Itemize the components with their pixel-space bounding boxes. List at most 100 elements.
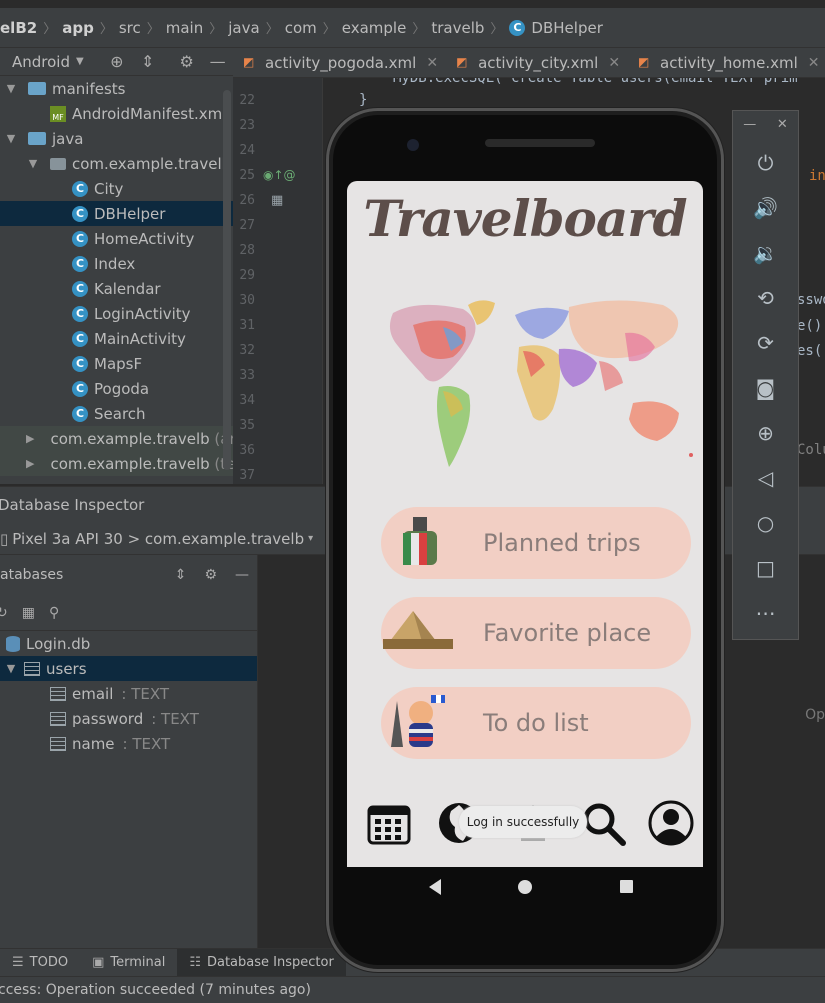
- column-item[interactable]: password: TEXT: [0, 706, 257, 731]
- overview-icon: [620, 880, 633, 893]
- class-icon: C: [72, 405, 88, 422]
- class-icon: C: [72, 330, 88, 347]
- table-item[interactable]: ▼ users: [0, 656, 257, 681]
- overview-icon[interactable]: □: [733, 556, 798, 580]
- power-icon[interactable]: ⏻: [733, 151, 798, 175]
- collapse-icon[interactable]: ⇕: [175, 567, 187, 583]
- gear-icon[interactable]: ⚙: [204, 567, 217, 583]
- minimize-icon[interactable]: —: [202, 52, 233, 71]
- tree-item-class[interactable]: C Kalendar: [0, 276, 233, 301]
- planned-trips-button[interactable]: Planned trips: [381, 507, 691, 579]
- expand-arrow-icon[interactable]: ▼: [4, 82, 18, 95]
- app-title: Travelboard: [363, 189, 687, 248]
- key-column-icon: [50, 686, 66, 701]
- column-item[interactable]: name: TEXT: [0, 731, 257, 756]
- tree-item-class[interactable]: C Search: [0, 401, 233, 426]
- column-item[interactable]: email: TEXT: [0, 681, 257, 706]
- close-icon[interactable]: ✕: [608, 55, 620, 71]
- tree-item-class[interactable]: C Pogoda: [0, 376, 233, 401]
- tourist-icon: [391, 695, 445, 747]
- chevron-down-icon: ▼: [76, 56, 84, 67]
- tree-item-class[interactable]: C DBHelper: [0, 201, 233, 226]
- expand-arrow-icon[interactable]: ▼: [4, 662, 18, 675]
- editor-tabs: ◩ activity_pogoda.xml ✕ ◩ activity_city.xml…: [233, 48, 825, 78]
- tree-item-class[interactable]: C Index: [0, 251, 233, 276]
- class-icon: C: [72, 230, 88, 247]
- volume-up-icon[interactable]: 🔊: [733, 196, 798, 220]
- expand-arrow-icon[interactable]: ▶: [26, 457, 34, 470]
- keep-connection-icon[interactable]: ⚲: [49, 605, 59, 621]
- column-icon: [50, 711, 66, 726]
- minimize-icon[interactable]: —: [235, 567, 249, 583]
- home-icon[interactable]: ○: [733, 511, 798, 535]
- favorite-place-button[interactable]: Favorite place: [381, 597, 691, 669]
- rotate-left-icon[interactable]: ⟲: [733, 286, 798, 310]
- profile-icon[interactable]: [647, 799, 695, 847]
- emulator-controls: — ✕ ⏻ 🔊 🔉 ⟲ ⟳ ◙ ⊕ ◁ ○ □ ⋯: [732, 110, 799, 640]
- close-icon[interactable]: ✕: [808, 55, 820, 71]
- tab-terminal[interactable]: ▣ Terminal: [80, 949, 177, 977]
- expand-arrow-icon[interactable]: ▼: [4, 132, 18, 145]
- tree-item-class[interactable]: C City: [0, 176, 233, 201]
- tab-todo[interactable]: ☰ TODO: [0, 949, 80, 977]
- tree-item-manifests[interactable]: ▼ manifests: [0, 76, 233, 101]
- tree-scrollbar[interactable]: [223, 90, 231, 470]
- breadcrumb-item[interactable]: example: [342, 19, 407, 37]
- close-icon[interactable]: ✕: [426, 55, 438, 71]
- collapse-icon[interactable]: ⇕: [132, 52, 163, 71]
- locate-icon[interactable]: ⊕: [101, 52, 132, 71]
- terminal-icon: ▣: [92, 955, 105, 970]
- app-screen[interactable]: Travelboard Planned trips Favorite place…: [347, 181, 703, 867]
- breadcrumb-item[interactable]: travelb: [431, 19, 484, 37]
- refresh-icon[interactable]: ↻: [0, 605, 8, 621]
- tab-activity-pogoda[interactable]: ◩ activity_pogoda.xml ✕: [233, 48, 446, 77]
- database-item[interactable]: Login.db: [0, 631, 257, 656]
- tree-item-package-test[interactable]: ▶com.example.travelb (te: [0, 451, 233, 476]
- tree-item-class[interactable]: C HomeActivity: [0, 226, 233, 251]
- breadcrumb-item[interactable]: C DBHelper: [509, 19, 603, 37]
- android-view-dropdown[interactable]: Android ▼: [0, 53, 101, 71]
- back-icon[interactable]: ◁: [733, 466, 798, 490]
- calendar-icon[interactable]: [365, 799, 413, 847]
- tree-item-package-android-test[interactable]: ▶com.example.travelb (ar: [0, 426, 233, 451]
- expand-arrow-icon[interactable]: ▼: [26, 157, 40, 170]
- databases-toolbar: ↻ ▦ ⚲: [0, 595, 257, 631]
- tree-item-package[interactable]: ▼ com.example.travelb: [0, 151, 233, 176]
- database-icon: ☷: [189, 955, 201, 970]
- todo-list-button[interactable]: To do list: [381, 687, 691, 759]
- volume-down-icon[interactable]: 🔉: [733, 241, 798, 265]
- tab-database-inspector[interactable]: ☷ Database Inspector: [177, 948, 346, 977]
- databases-header: atabases ⇕ ⚙ —: [0, 567, 249, 583]
- breadcrumb-item[interactable]: com: [285, 19, 317, 37]
- tree-item-class[interactable]: C MainActivity: [0, 326, 233, 351]
- tree-item-class[interactable]: C LoginActivity: [0, 301, 233, 326]
- breadcrumb-item[interactable]: src: [119, 19, 141, 37]
- home-icon: [518, 880, 532, 894]
- tree-item-class[interactable]: C MapsF: [0, 351, 233, 376]
- folder-icon: [28, 132, 46, 145]
- camera-icon[interactable]: ◙: [733, 376, 798, 400]
- override-icon[interactable]: ◉↑@: [263, 168, 296, 182]
- database-icon: [6, 635, 20, 652]
- breadcrumb-item[interactable]: java: [228, 19, 259, 37]
- rotate-right-icon[interactable]: ⟳: [733, 331, 798, 355]
- minimize-icon[interactable]: —: [743, 117, 756, 132]
- tree-item-manifest-file[interactable]: MF AndroidManifest.xml: [0, 101, 233, 126]
- more-icon[interactable]: ⋯: [733, 601, 798, 625]
- zoom-icon[interactable]: ⊕: [733, 421, 798, 445]
- tab-activity-home[interactable]: ◩ activity_home.xml ✕: [628, 48, 825, 77]
- table-gutter-icon[interactable]: ▦: [271, 193, 283, 208]
- close-icon[interactable]: ✕: [777, 117, 788, 132]
- manifest-file-icon: MF: [50, 105, 66, 122]
- tree-item-java[interactable]: ▼ java: [0, 126, 233, 151]
- breadcrumb-item[interactable]: elB2: [0, 19, 37, 37]
- breadcrumb-item[interactable]: main: [166, 19, 203, 37]
- new-query-icon[interactable]: ▦: [22, 605, 35, 621]
- expand-arrow-icon[interactable]: ▶: [26, 432, 34, 445]
- todo-icon: ☰: [12, 955, 24, 970]
- xml-file-icon: ◩: [638, 54, 650, 69]
- system-navigation-bar: [429, 879, 633, 895]
- breadcrumb-item[interactable]: app: [62, 19, 94, 37]
- gear-icon[interactable]: ⚙: [171, 52, 202, 71]
- tab-activity-city[interactable]: ◩ activity_city.xml ✕: [446, 48, 628, 77]
